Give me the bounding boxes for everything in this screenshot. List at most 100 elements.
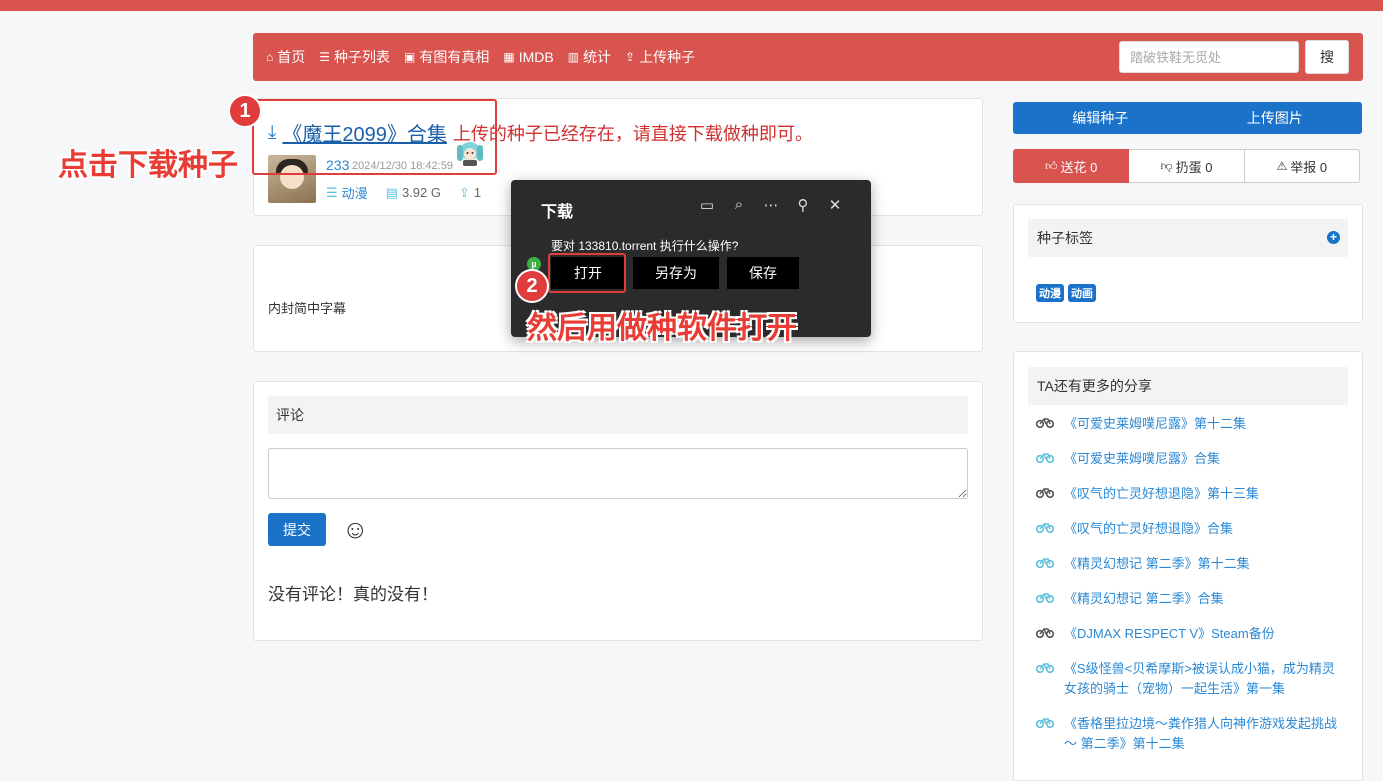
edit-torrent-button[interactable]: 编辑种子 — [1013, 102, 1188, 134]
share-link[interactable]: 《精灵幻想记 第二季》合集 — [1064, 589, 1224, 609]
throw-egg-button[interactable]: 👎︎ 扔蛋 0 — [1129, 149, 1245, 183]
nav-item-label: 有图有真相 — [419, 49, 490, 65]
more-shares-panel: TA还有更多的分享 《可爱史莱姆噗尼露》第十二集 《可爱史莱姆噗尼露》合集 《叹气的… — [1013, 351, 1363, 781]
step2-highlight-box — [548, 253, 626, 293]
comment-textarea[interactable] — [268, 448, 968, 499]
share-link[interactable]: 《叹气的亡灵好想退隐》第十三集 — [1064, 484, 1259, 504]
action-bar: 👍︎ 送花 0 👎︎ 扔蛋 0 ⚠ 举报 0 — [1013, 149, 1360, 183]
sidebar-tab-bar: 编辑种子 上传图片 — [1013, 102, 1362, 134]
picture-icon: ▣ — [404, 50, 416, 64]
more-shares-list: 《可爱史莱姆噗尼露》第十二集 《可爱史莱姆噗尼露》合集《叹气的亡灵好想退隐》第十三… — [1035, 414, 1346, 769]
thumbs-up-icon: 👍︎ — [1044, 158, 1058, 173]
tag-badge[interactable]: 动漫 — [1036, 284, 1064, 302]
bicycle-icon — [1035, 659, 1064, 679]
bar-chart-icon: ▥ — [567, 50, 580, 64]
save-button[interactable]: 保存 — [727, 257, 799, 289]
popup-question: 要对 133810.torrent 执行什么操作? — [551, 239, 739, 253]
nav-item-3[interactable]: ▦ IMDB — [503, 49, 553, 65]
share-link[interactable]: 《可爱史莱姆噗尼露》合集 — [1064, 449, 1220, 469]
share-link[interactable]: 《精灵幻想记 第二季》第十二集 — [1064, 554, 1250, 574]
nav-item-0[interactable]: ⌂ 首页 — [266, 47, 305, 67]
nav-item-label: IMDB — [518, 49, 554, 65]
nav-item-4[interactable]: ▥ 统计 — [568, 47, 611, 67]
list-item: 《S级怪兽<贝希摩斯>被误认成小猫，成为精灵女孩的骑士（宠物）一起生活》第一集 — [1035, 659, 1346, 699]
top-accent-bar — [0, 0, 1383, 11]
tags-panel: 种子标签 + 动漫 动画 — [1013, 204, 1363, 323]
upload-image-button[interactable]: 上传图片 — [1188, 102, 1363, 134]
share-link[interactable]: 《S级怪兽<贝希摩斯>被误认成小猫，成为精灵女孩的骑士（宠物）一起生活》第一集 — [1064, 659, 1346, 699]
list-icon: ☰ — [326, 184, 338, 200]
bicycle-icon — [1035, 554, 1064, 574]
report-button[interactable]: ⚠ 举报 0 — [1244, 149, 1360, 183]
bicycle-icon — [1035, 414, 1064, 434]
nav-item-label: 种子列表 — [334, 49, 391, 65]
nav-item-label: 统计 — [583, 49, 612, 65]
emoji-icon[interactable]: ☺ — [342, 514, 369, 544]
add-tag-icon[interactable]: + — [1327, 231, 1340, 244]
comment-panel: 评论 提交 ☺ 没有评论！真的没有！ — [253, 381, 983, 641]
archive-icon: ▤ — [385, 184, 398, 200]
nav-item-1[interactable]: ☰ 种子列表 — [319, 47, 390, 67]
list-item: 《叹气的亡灵好想退隐》第十三集 — [1035, 484, 1346, 504]
share-link[interactable]: 《可爱史莱姆噗尼露》第十二集 — [1064, 414, 1246, 434]
no-comment-text: 没有评论！真的没有！ — [268, 585, 438, 604]
mascot-cursor-icon — [457, 142, 483, 166]
search-button[interactable]: 搜 — [1305, 40, 1349, 74]
popup-title: 下载 — [541, 204, 574, 221]
nav-item-5[interactable]: ⇪ 上传种子 — [625, 47, 695, 67]
folder-icon[interactable]: ▭ — [691, 196, 723, 214]
list-icon: ☰ — [319, 50, 331, 64]
main-navbar: ⌂首页 ☰种子列表 ▣有图有真相 ▦IMDB ▥统计 ⇪上传种子 搜 — [253, 33, 1363, 81]
nav-menu: ⌂ 首页 ☰ 种子列表 ▣ 有图有真相 ▦ IMDB ▥ 统计 ⇪ 上传种子 — [266, 33, 709, 81]
share-link[interactable]: 《香格里拉边境～粪作猎人向神作游戏发起挑战～ 第二季》第十二集 — [1064, 714, 1346, 754]
tag-badge[interactable]: 动画 — [1068, 284, 1096, 302]
warning-icon: ⚠ — [1276, 159, 1288, 173]
submit-comment-button[interactable]: 提交 — [268, 513, 326, 546]
nav-item-label: 首页 — [277, 49, 306, 65]
close-icon[interactable]: ✕ — [819, 196, 851, 214]
popup-toolbar: ▭ ⌕ ⋯ ⚲ ✕ — [691, 196, 851, 214]
step1-annotation: 点击下载种子 — [58, 149, 238, 182]
bicycle-icon — [1035, 589, 1064, 609]
upload-icon: ⇪ — [459, 184, 470, 200]
search-icon[interactable]: ⌕ — [723, 196, 755, 214]
send-flower-button[interactable]: 👍︎ 送花 0 — [1013, 149, 1130, 183]
step1-badge: 1 — [228, 94, 262, 128]
list-item: 《DJMAX RESPECT V》Steam备份 — [1035, 624, 1346, 644]
list-item: 《可爱史莱姆噗尼露》第十二集 — [1035, 414, 1346, 434]
bicycle-icon — [1035, 449, 1064, 469]
list-item: 《可爱史莱姆噗尼露》合集 — [1035, 449, 1346, 469]
bicycle-icon — [1035, 624, 1064, 644]
upload-icon: ⇪ — [625, 50, 636, 64]
bicycle-icon — [1035, 519, 1064, 539]
more-shares-header: TA还有更多的分享 — [1028, 367, 1348, 405]
list-item: 《精灵幻想记 第二季》合集 — [1035, 589, 1346, 609]
film-icon: ▦ — [503, 50, 515, 64]
share-link[interactable]: 《叹气的亡灵好想退隐》合集 — [1064, 519, 1233, 539]
comment-header: 评论 — [268, 396, 968, 434]
nav-item-2[interactable]: ▣ 有图有真相 — [404, 47, 489, 67]
description-text: 内封简中字幕 — [268, 301, 347, 316]
list-item: 《叹气的亡灵好想退隐》合集 — [1035, 519, 1346, 539]
nav-item-label: 上传种子 — [639, 49, 696, 65]
torrent-size: 3.92 G — [401, 185, 441, 200]
list-item: 《精灵幻想记 第二季》第十二集 — [1035, 554, 1346, 574]
tags-header: 种子标签 + — [1028, 219, 1348, 257]
torrent-meta: ☰ 动漫 ▤ 3.92 G ⇪ 1 — [326, 183, 499, 202]
exists-message: 上传的种子已经存在，请直接下载做种即可。 — [452, 123, 813, 144]
seeder-count: 1 — [473, 185, 482, 200]
search-input[interactable] — [1119, 41, 1299, 73]
home-icon: ⌂ — [266, 50, 274, 64]
list-item: 《香格里拉边境～粪作猎人向神作游戏发起挑战～ 第二季》第十二集 — [1035, 714, 1346, 754]
more-icon[interactable]: ⋯ — [755, 196, 787, 214]
share-link[interactable]: 《DJMAX RESPECT V》Steam备份 — [1064, 624, 1275, 644]
step2-annotation: 然后用做种软件打开 — [527, 312, 797, 345]
bicycle-icon — [1035, 714, 1064, 734]
step2-badge: 2 — [515, 269, 549, 303]
pin-icon[interactable]: ⚲ — [787, 196, 819, 214]
category-link[interactable]: 动漫 — [342, 183, 368, 202]
save-as-button[interactable]: 另存为 — [633, 257, 719, 289]
tag-list: 动漫 动画 — [1036, 284, 1100, 302]
thumbs-down-icon: 👎︎ — [1160, 158, 1173, 173]
bicycle-icon — [1035, 484, 1064, 504]
